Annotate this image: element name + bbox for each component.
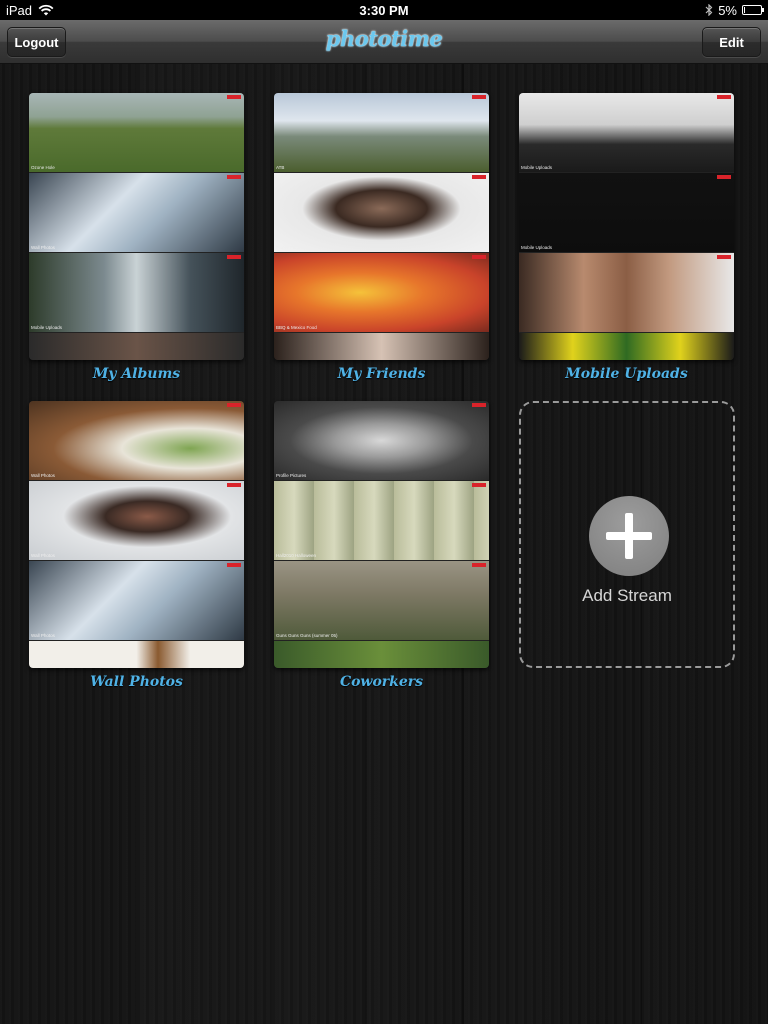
device-name: iPad (6, 2, 33, 18)
photo-caption: Wall Photos (31, 473, 55, 478)
stream-photo[interactable]: Hall2010 Halloween (274, 481, 489, 560)
photo-badge (717, 255, 731, 259)
stream-photo-stack[interactable]: Ozone Hole Wall Photos Mobile Uploads (29, 93, 244, 360)
stream-tile[interactable]: Profile Pictures Hall2010 Halloween Guns G… (274, 401, 489, 690)
stream-photo[interactable]: Mobile Uploads (519, 173, 734, 252)
photo-badge (227, 95, 241, 99)
photo-badge (227, 175, 241, 179)
stream-photo[interactable]: Wall Photos (29, 561, 244, 640)
photo-badge (472, 483, 486, 487)
stream-title[interactable]: My Albums (29, 366, 244, 382)
photo-caption: Wall Photos (31, 553, 55, 558)
photo-badge (227, 563, 241, 567)
photo-badge (472, 95, 486, 99)
battery-percent: 5% (718, 2, 737, 18)
status-time: 3:30 PM (359, 2, 409, 18)
photo-badge (472, 403, 486, 407)
stream-photo[interactable]: ATB (274, 93, 489, 172)
add-stream-label: Add Stream (582, 586, 672, 605)
stream-title[interactable]: Coworkers (274, 674, 489, 690)
stream-photo-stack[interactable]: Wall Photos Wall Photos Wall Photos (29, 401, 244, 668)
status-bar: iPad 3:30 PM 5% (0, 0, 768, 20)
photo-badge (472, 175, 486, 179)
photo-caption: Mobile Uploads (31, 325, 63, 330)
photo-caption: Guns Guns Guns (summer 05) (276, 633, 338, 638)
photo-caption: Mobile Uploads (521, 165, 553, 170)
stream-photo[interactable]: Mobile Uploads (519, 93, 734, 172)
stream-photo[interactable] (274, 641, 489, 668)
photo-caption: Wall Photos (31, 633, 55, 638)
photo-caption: Wall Photos (31, 245, 55, 250)
stream-photo[interactable]: Wall Photos (29, 401, 244, 480)
nav-bar: Logout phototime Edit (0, 20, 768, 64)
stream-photo[interactable] (29, 641, 244, 668)
stream-photo-stack[interactable]: ATB Profile Pictures BBQ & Mexico Food (274, 93, 489, 360)
plus-icon (589, 496, 669, 576)
stream-photo-stack[interactable]: Profile Pictures Hall2010 Halloween Guns G… (274, 401, 489, 668)
photo-caption: Profile Pictures (276, 245, 307, 250)
stream-tile[interactable]: Wall Photos Wall Photos Wall Photos Wall Ph… (29, 401, 244, 690)
photo-badge (472, 563, 486, 567)
photo-badge (717, 95, 731, 99)
stream-tile[interactable]: ATB Profile Pictures BBQ & Mexico Food My F… (274, 93, 489, 382)
photo-badge (227, 403, 241, 407)
stream-title[interactable]: My Friends (274, 366, 489, 382)
stream-photo[interactable]: Profile Pictures (274, 173, 489, 252)
photo-caption: Hall2010 Halloween (276, 553, 317, 558)
stream-tile[interactable]: Ozone Hole Wall Photos Mobile Uploads My Al… (29, 93, 244, 382)
stream-photo[interactable]: Ozone Hole (29, 93, 244, 172)
stream-photo[interactable] (29, 333, 244, 360)
photo-badge (472, 255, 486, 259)
stream-title[interactable]: Wall Photos (29, 674, 244, 690)
stream-photo[interactable] (519, 333, 734, 360)
stream-photo[interactable]: Guns Guns Guns (summer 05) (274, 561, 489, 640)
photo-badge (227, 255, 241, 259)
photo-caption: Ozone Hole (31, 165, 55, 170)
stream-photo[interactable]: BBQ & Mexico Food (274, 253, 489, 332)
photo-caption: BBQ & Mexico Food (276, 325, 317, 330)
stream-photo[interactable]: Wall Photos (29, 173, 244, 252)
add-stream-button[interactable]: Add Stream (519, 401, 735, 668)
photo-caption: Profile Pictures (276, 473, 307, 478)
stream-photo[interactable] (274, 333, 489, 360)
stream-photo[interactable]: Wall Photos (29, 481, 244, 560)
edit-button[interactable]: Edit (702, 27, 761, 57)
stream-title[interactable]: Mobile Uploads (519, 366, 734, 382)
battery-fill (744, 7, 745, 13)
battery-icon (742, 5, 764, 15)
app-logo: phototime (325, 26, 443, 51)
stream-photo[interactable] (519, 253, 734, 332)
stream-photo[interactable]: Profile Pictures (274, 401, 489, 480)
photo-caption: Mobile Uploads (521, 245, 553, 250)
stream-photo-stack[interactable]: Mobile Uploads Mobile Uploads (519, 93, 734, 360)
stream-photo[interactable]: Mobile Uploads (29, 253, 244, 332)
wifi-icon (38, 4, 54, 16)
photo-badge (227, 483, 241, 487)
photo-caption: ATB (276, 165, 285, 170)
stream-tile[interactable]: Mobile Uploads Mobile Uploads Mobile Uploa… (519, 93, 734, 382)
bluetooth-icon (705, 4, 713, 16)
photo-badge (717, 175, 731, 179)
